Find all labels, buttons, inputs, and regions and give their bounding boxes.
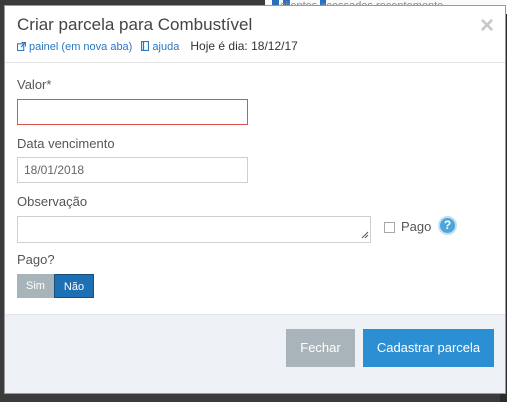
ajuda-link-label: ajuda xyxy=(152,41,180,53)
external-link-icon xyxy=(17,42,26,51)
close-icon[interactable]: × xyxy=(480,14,494,38)
ajuda-link[interactable]: ajuda xyxy=(141,41,182,53)
resize-grip-icon[interactable] xyxy=(361,231,369,239)
pago-checkbox[interactable] xyxy=(384,222,395,233)
modal-footer: Fechar Cadastrar parcela xyxy=(5,314,505,393)
valor-input[interactable] xyxy=(17,99,248,125)
valor-label: Valor* xyxy=(17,77,52,92)
cadastrar-parcela-button[interactable]: Cadastrar parcela xyxy=(363,329,494,367)
painel-link[interactable]: painel (em nova aba) xyxy=(17,41,135,53)
book-icon xyxy=(141,41,150,51)
pago-sim-button[interactable]: Sim xyxy=(17,274,54,298)
fechar-button[interactable]: Fechar xyxy=(286,329,355,367)
painel-link-label: painel (em nova aba) xyxy=(29,41,133,53)
observacao-textarea[interactable] xyxy=(17,216,371,243)
create-installment-modal: Criar parcela para Combustível painel (e… xyxy=(4,5,506,394)
data-vencimento-label: Data vencimento xyxy=(17,136,115,151)
data-vencimento-input[interactable] xyxy=(17,157,248,183)
help-icon[interactable]: ? xyxy=(438,216,457,235)
observacao-label: Observação xyxy=(17,194,88,209)
pago-nao-button[interactable]: Não xyxy=(54,274,94,298)
modal-header: Criar parcela para Combustível painel (e… xyxy=(5,6,505,63)
pago-checkbox-label[interactable]: Pago xyxy=(401,219,431,234)
pago-toggle-label: Pago? xyxy=(17,252,55,267)
today-date: Hoje é dia: 18/12/17 xyxy=(190,39,298,53)
modal-title: Criar parcela para Combustível xyxy=(17,15,253,34)
modal-subheader: painel (em nova aba) ajuda Hoje é dia: 1… xyxy=(17,39,298,53)
